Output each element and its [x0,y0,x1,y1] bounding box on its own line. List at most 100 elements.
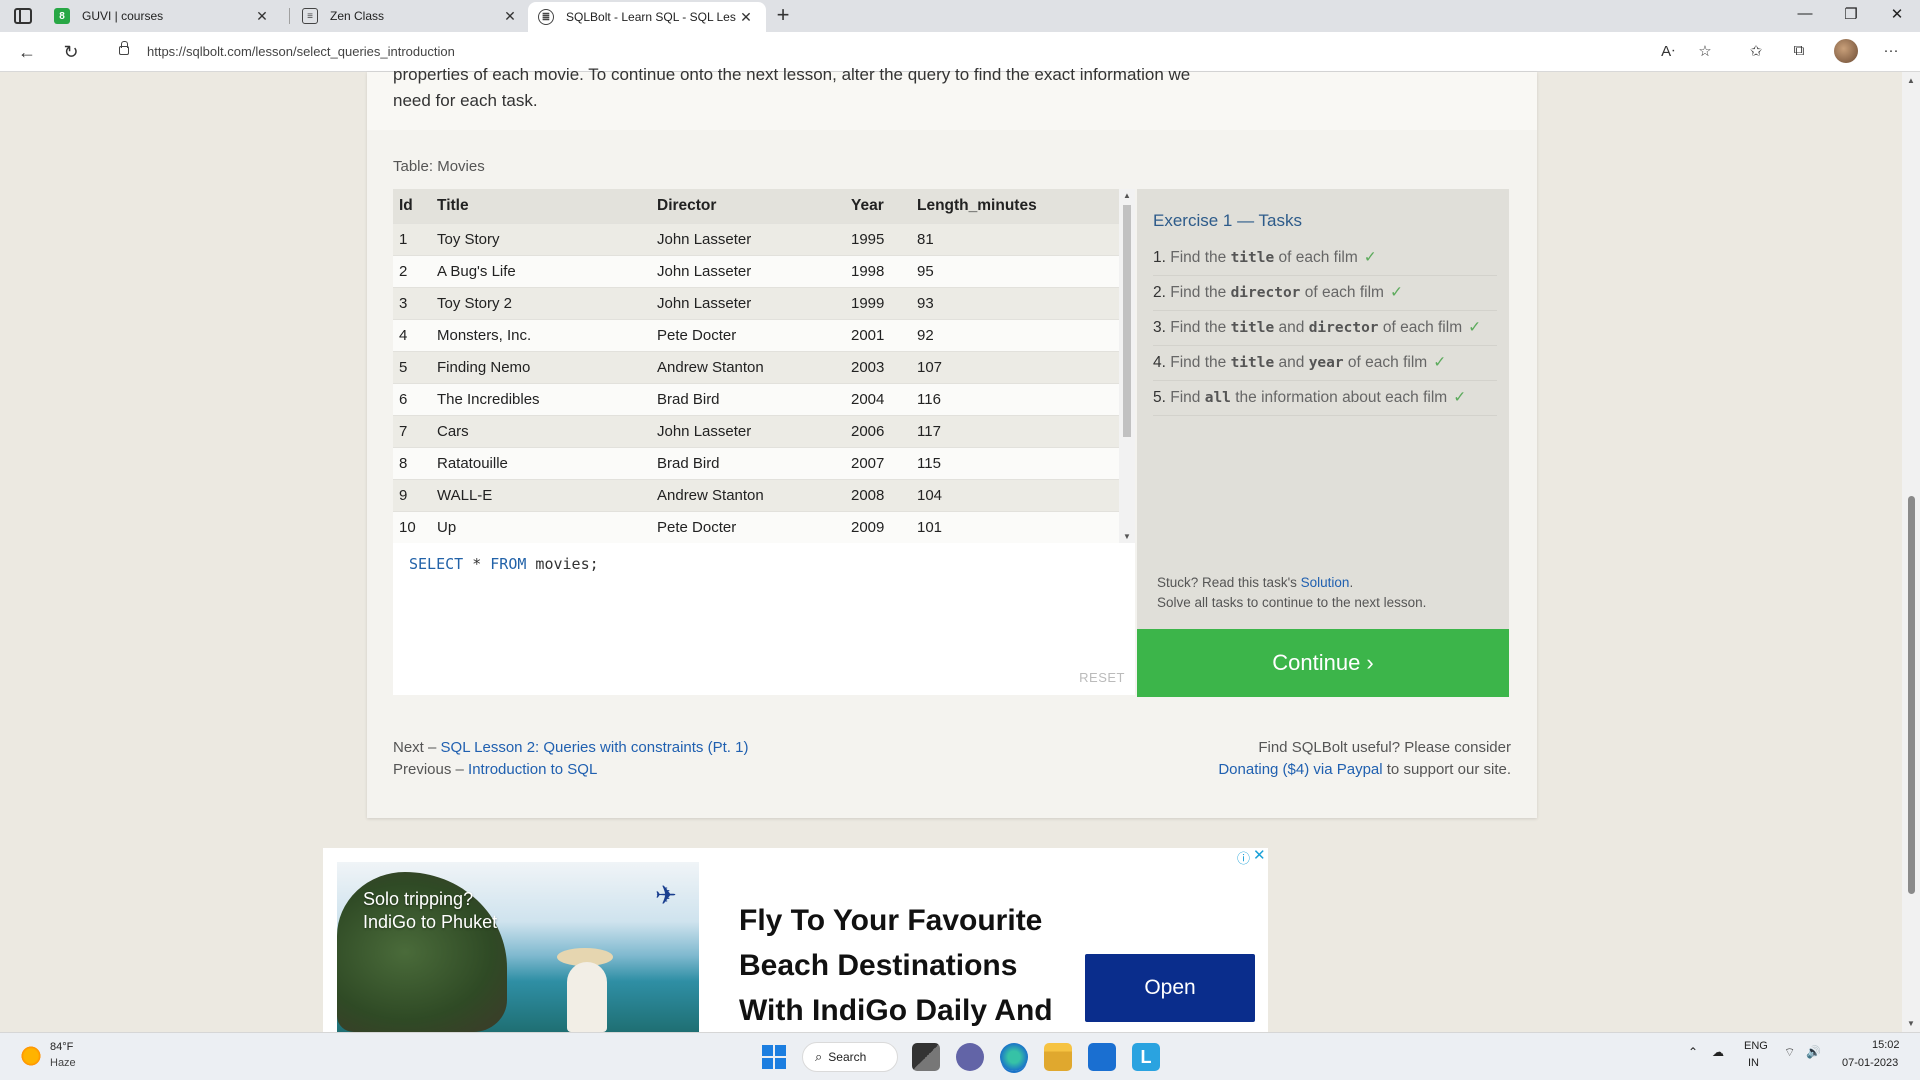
favorites-icon[interactable]: ✩ [1745,42,1767,60]
clock-time[interactable]: 15:02 [1872,1039,1900,1051]
scroll-up-icon[interactable]: ▲ [1907,76,1915,85]
ad-image[interactable]: Solo tripping? IndiGo to Phuket ✈ [337,862,699,1032]
app-l-icon[interactable]: L [1132,1043,1160,1071]
weather-desc[interactable]: Haze [50,1057,76,1069]
avatar[interactable] [1834,39,1858,63]
favorite-add-icon[interactable]: ☆ [1694,42,1716,60]
task-text: Find the [1170,319,1231,336]
tab-actions-icon[interactable] [14,8,32,24]
url-text: https://sqlbolt.com/lesson/select_querie… [147,44,455,59]
checkmark-icon: ✓ [1433,354,1447,371]
table-cell: Ratatouille [431,446,651,479]
onedrive-icon[interactable]: ☁ [1712,1045,1724,1059]
movies-table: Id Title Director Year Length_minutes 1T… [393,189,1119,543]
chevron-up-icon[interactable]: ⌃ [1688,1045,1698,1059]
ad-info-icon[interactable]: ⓘ [1237,848,1250,867]
read-aloud-icon[interactable]: Aᐧ [1657,42,1679,60]
support-text: Find SQLBolt useful? Please consider Don… [1218,737,1511,781]
new-tab-icon[interactable]: + [770,2,796,28]
table-row: 4 Monsters, Inc. Pete Docter 2001 92 [393,318,1119,351]
scrollbar-thumb[interactable] [1908,496,1915,894]
refresh-icon[interactable]: ↻ [58,40,84,64]
start-icon[interactable] [762,1045,786,1069]
clock-date[interactable]: 07-01-2023 [1842,1057,1898,1069]
table-cell: 107 [911,350,1119,383]
previous-lesson-link[interactable]: Introduction to SQL [468,761,597,778]
continue-button[interactable]: Continue › [1137,629,1509,697]
close-icon[interactable]: ✕ [736,9,756,26]
task-item: 3. Find the title and director of each f… [1153,311,1497,346]
edge-icon[interactable] [1000,1043,1028,1071]
task-text: Find [1170,389,1205,406]
table-cell: 93 [911,286,1119,319]
table-cell: 9 [393,478,431,511]
sql-keyword: SELECT [409,555,464,573]
minimize-icon[interactable]: — [1790,5,1820,22]
ad-open-button[interactable]: Open [1085,954,1255,1022]
lock-icon[interactable] [119,41,129,55]
chat-icon[interactable] [956,1043,984,1071]
task-code: title [1230,250,1275,266]
page-icon: ≡ [302,8,318,24]
task-code: title [1230,320,1275,336]
reset-button[interactable]: RESET [1079,670,1125,685]
more-icon[interactable]: ··· [1880,42,1902,59]
sql-query[interactable]: SELECT * FROM movies; [409,555,599,573]
scroll-down-icon[interactable]: ▼ [1907,1019,1915,1028]
ad-headline[interactable]: Fly To Your Favourite Beach Destinations… [739,898,1069,1032]
table-cell: 2 [393,254,431,287]
movies-table-container: Id Title Director Year Length_minutes 1T… [393,189,1135,543]
table-cell: 1999 [845,286,911,319]
checkmark-icon: ✓ [1468,319,1482,336]
next-lesson-link[interactable]: SQL Lesson 2: Queries with constraints (… [441,739,749,756]
task-number: 1. [1153,249,1166,266]
tab-sqlbolt[interactable]: ≣ SQLBolt - Learn SQL - SQL Lesso ✕ [528,2,766,32]
back-icon[interactable]: ← [14,40,40,64]
page-scrollbar[interactable]: ▲ ▼ [1902,72,1920,1032]
collections-icon[interactable]: ⧉ [1788,42,1810,59]
help-suffix: . [1349,575,1354,590]
task-view-icon[interactable] [912,1043,940,1071]
language-label[interactable]: ENG [1744,1040,1768,1052]
close-window-icon[interactable]: ✕ [1882,5,1912,23]
table-cell: 1995 [845,222,911,255]
wifi-icon[interactable]: ⌔ [1784,1045,1795,1060]
table-cell: Brad Bird [651,382,845,415]
checkmark-icon: ✓ [1389,284,1403,301]
store-icon[interactable] [1088,1043,1116,1071]
advertisement[interactable]: Solo tripping? IndiGo to Phuket ✈ Fly To… [323,848,1268,1032]
solution-link[interactable]: Solution [1301,575,1350,590]
scroll-up-icon[interactable]: ▲ [1123,191,1131,200]
taskbar-search[interactable]: ⌕ Search [802,1042,898,1072]
scrollbar-thumb[interactable] [1123,205,1131,437]
tab-guvi[interactable]: 8 GUVI | courses ✕ [44,0,282,32]
sqlbolt-icon: ≣ [538,9,554,25]
table-row: 7 Cars John Lasseter 2006 117 [393,414,1119,447]
close-icon[interactable]: ✕ [500,8,520,25]
donate-link[interactable]: Donating ($4) via Paypal [1218,761,1382,778]
table-cell: John Lasseter [651,222,845,255]
table-scrollbar[interactable]: ▲ ▼ [1119,189,1135,543]
task-code: director [1308,320,1379,336]
task-text: Find the [1170,249,1231,266]
close-icon[interactable]: ✕ [252,8,272,25]
volume-icon[interactable]: 🔊 [1806,1045,1821,1059]
file-explorer-icon[interactable] [1044,1043,1072,1071]
table-cell: 1998 [845,254,911,287]
search-icon: ⌕ [815,1049,823,1064]
tab-zen-class[interactable]: ≡ Zen Class ✕ [292,0,530,32]
table-cell: John Lasseter [651,254,845,287]
scroll-down-icon[interactable]: ▼ [1123,532,1131,541]
weather-temp[interactable]: 84°F [50,1041,73,1053]
weather-icon[interactable] [20,1045,42,1067]
guvi-icon: 8 [54,8,70,24]
restore-icon[interactable]: ❐ [1836,5,1866,23]
table-cell: 101 [911,510,1119,543]
region-label[interactable]: IN [1748,1057,1759,1069]
intro-line: need for each task. [393,91,538,110]
table-caption: Table: Movies [393,158,485,175]
checkmark-icon: ✓ [1453,389,1467,406]
sql-editor[interactable]: SELECT * FROM movies; RESET [393,543,1135,695]
ad-close-icon[interactable]: ✕ [1253,848,1266,864]
help-text: Stuck? Read this task's Solution. Solve … [1157,573,1426,613]
